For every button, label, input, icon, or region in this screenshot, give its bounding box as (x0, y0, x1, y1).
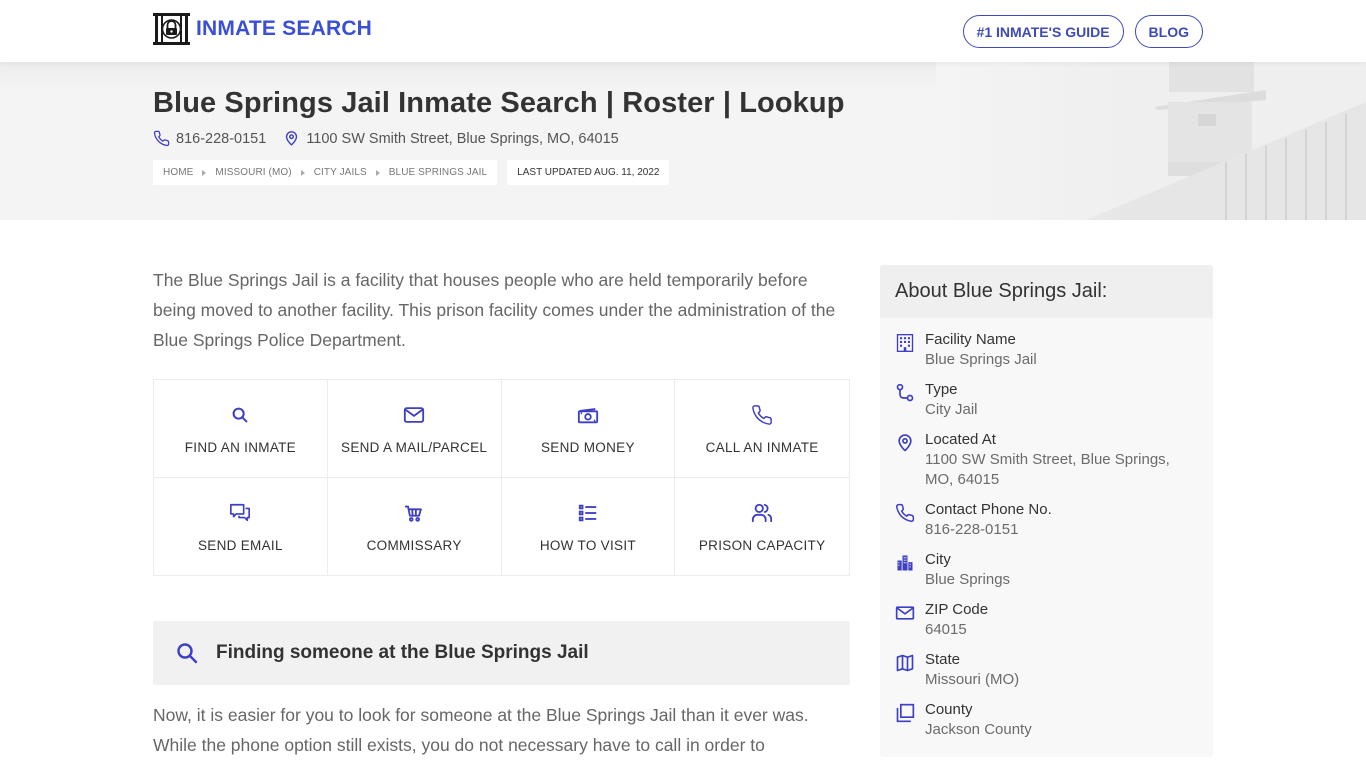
finding-paragraph: Now, it is easier for you to look for so… (153, 705, 809, 755)
last-updated-badge: LAST UPDATED AUG. 11, 2022 (507, 160, 670, 185)
cart-icon (404, 505, 422, 522)
tile-label: HOW TO VISIT (539, 537, 636, 553)
commissary-tile[interactable]: COMMISSARY (328, 477, 502, 575)
mail-icon (895, 606, 915, 620)
search-icon (232, 407, 248, 423)
breadcrumb-arrow-icon (300, 169, 305, 176)
finding-section-heading: Finding someone at the Blue Springs Jail (153, 621, 850, 685)
detail-value: Jackson County (925, 721, 1032, 738)
detail-value: City Jail (925, 401, 978, 418)
breadcrumb-arrow-icon (202, 169, 207, 176)
action-grid: FIND AN INMATE SEND A MAIL/PARCEL SEND M… (153, 379, 850, 576)
search-icon (177, 643, 198, 664)
breadcrumb-home[interactable]: HOME (163, 167, 193, 178)
intro-paragraph: The Blue Springs Jail is a facility that… (153, 270, 836, 350)
breadcrumb-arrow-icon (375, 169, 380, 176)
call-inmate-tile[interactable]: CALL AN INMATE (675, 380, 849, 478)
detail-key: Type (925, 381, 958, 398)
jail-lock-icon (153, 13, 190, 45)
breadcrumb-current[interactable]: BLUE SPRINGS JAIL (389, 167, 487, 178)
detail-value: 1100 SW Smith Street, Blue Springs, MO, … (925, 451, 1170, 488)
detail-key: Contact Phone No. (925, 501, 1052, 518)
detail-city: City Blue Springs (880, 550, 1213, 590)
map-pin-icon (286, 131, 298, 146)
main-nav: #1 INMATE'S GUIDE BLOG (962, 15, 1203, 48)
page-title: Blue Springs Jail Inmate Search | Roster… (153, 87, 845, 119)
detail-key: County (925, 701, 973, 718)
send-mail-tile[interactable]: SEND A MAIL/PARCEL (327, 380, 502, 478)
tile-label: FIND AN INMATE (184, 440, 296, 455)
detail-value: Missouri (MO) (925, 671, 1020, 688)
brand-name: INMATE SEARCH (196, 17, 373, 40)
breadcrumb: HOME MISSOURI (MO) CITY JAILS BLUE SPRIN… (153, 160, 498, 185)
detail-county: County Jackson County (880, 700, 1213, 740)
detail-value: Blue Springs (925, 571, 1011, 588)
detail-key: State (925, 651, 961, 668)
list-icon (578, 504, 597, 521)
detail-key: City (925, 551, 951, 568)
inmates-guide-button[interactable]: #1 INMATE'S GUIDE (962, 15, 1124, 48)
tile-label: COMMISSARY (366, 537, 462, 553)
detail-type: Type City Jail (880, 380, 1213, 420)
route-icon (896, 383, 914, 402)
chat-icon (230, 503, 251, 521)
detail-location: Located At 1100 SW Smith Street, Blue Spr… (880, 430, 1213, 490)
sidebar-title: About Blue Springs Jail: (880, 265, 1213, 318)
detail-facility-name: Facility Name Blue Springs Jail (880, 330, 1213, 370)
breadcrumb-missouri[interactable]: MISSOURI (MO) (215, 167, 291, 178)
hero-banner: Blue Springs Jail Inmate Search | Roster… (0, 62, 1366, 220)
tile-label: SEND EMAIL (197, 537, 283, 553)
finding-heading-text: Finding someone at the Blue Springs Jail (216, 642, 589, 663)
map-pin-icon (898, 434, 912, 452)
tile-label: CALL AN INMATE (705, 440, 819, 455)
city-icon (897, 555, 913, 571)
how-to-visit-tile[interactable]: HOW TO VISIT (502, 477, 676, 575)
detail-value[interactable]: 816-228-0151 (925, 520, 1185, 540)
money-icon (577, 408, 598, 424)
detail-value: Blue Springs Jail (925, 351, 1037, 368)
breadcrumb-city-jails[interactable]: CITY JAILS (314, 167, 367, 178)
detail-phone: Contact Phone No. 816-228-0151 (880, 500, 1213, 540)
watchtower-background-image (936, 62, 1366, 220)
tile-label: SEND A MAIL/PARCEL (341, 440, 488, 455)
hero-phone-link[interactable]: 816-228-0151 (176, 131, 266, 147)
detail-state: State Missouri (MO) (880, 650, 1213, 690)
hero-address: 1100 SW Smith Street, Blue Springs, MO, … (306, 130, 619, 147)
detail-zip: ZIP Code 64015 (880, 600, 1213, 640)
tile-label: PRISON CAPACITY (698, 537, 826, 553)
prison-capacity-tile[interactable]: PRISON CAPACITY (675, 478, 849, 576)
send-money-tile[interactable]: SEND MONEY (501, 380, 676, 478)
blog-button[interactable]: BLOG (1134, 15, 1203, 48)
breadcrumb-row: HOME MISSOURI (MO) CITY JAILS BLUE SPRIN… (153, 160, 670, 185)
detail-value: 64015 (925, 621, 967, 638)
detail-key: Located At (925, 431, 996, 448)
send-email-tile[interactable]: SEND EMAIL (154, 477, 328, 575)
detail-key: ZIP Code (925, 601, 989, 618)
map-icon (896, 654, 914, 672)
building-icon (896, 334, 914, 352)
tile-label: SEND MONEY (540, 440, 635, 455)
top-navbar: INMATE SEARCH #1 INMATE'S GUIDE BLOG (0, 0, 1366, 62)
users-icon (752, 503, 773, 522)
facility-details-list: Facility Name Blue Springs Jail Type City … (880, 318, 1213, 740)
contact-info: 816-228-0151 1100 SW Smith Street, Blue … (153, 130, 619, 147)
detail-key: Facility Name (925, 331, 1016, 348)
about-sidebar: About Blue Springs Jail: Facility Name Bl… (880, 265, 1213, 757)
phone-icon (752, 405, 773, 425)
phone-icon (896, 503, 915, 522)
copy-icon (896, 703, 915, 723)
phone-icon (153, 130, 170, 147)
brand-logo[interactable]: INMATE SEARCH (153, 13, 372, 45)
find-inmate-tile[interactable]: FIND AN INMATE (154, 380, 328, 478)
envelope-icon (404, 407, 425, 423)
